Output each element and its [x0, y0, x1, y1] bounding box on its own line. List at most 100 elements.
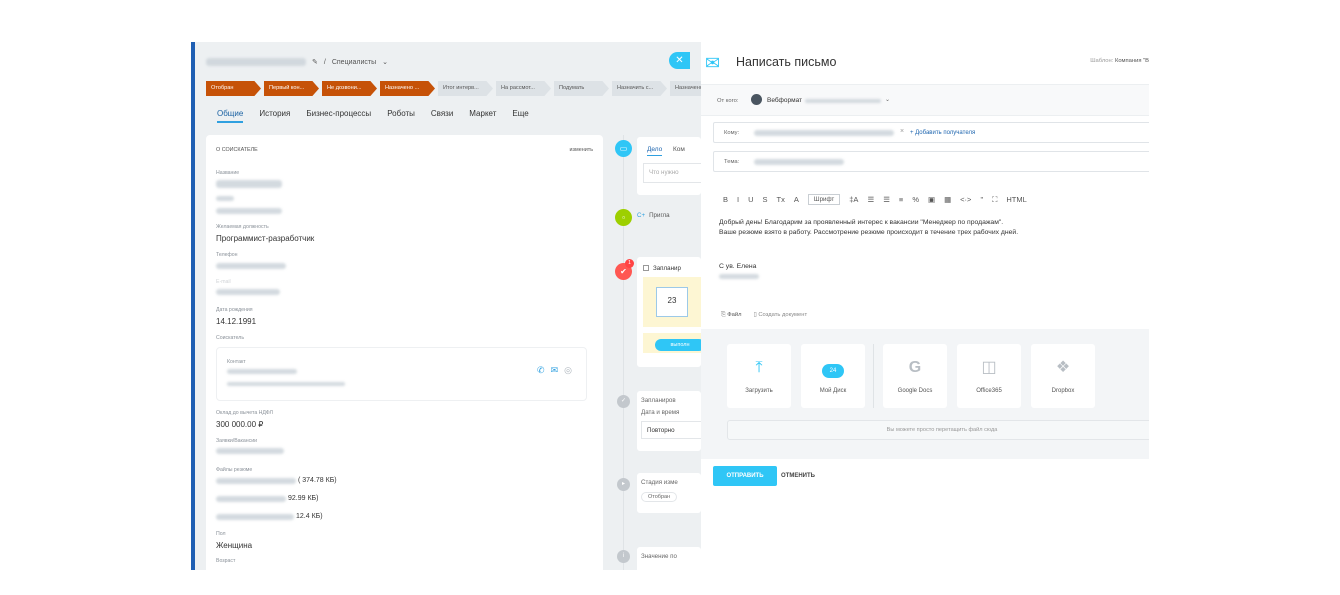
toolbar-button[interactable]: A — [794, 195, 799, 204]
chevron-down-icon[interactable]: ⌄ — [382, 58, 388, 66]
stage-item[interactable]: На рассмот... — [496, 81, 551, 96]
stage-item[interactable]: Назначено ... — [380, 81, 435, 96]
chat-bubble-icon: ▫ — [615, 209, 632, 226]
cloud-24-icon: 24 — [801, 358, 865, 378]
stage-item[interactable]: Первый кон... — [264, 81, 319, 96]
repeat-field[interactable]: Повторно — [641, 421, 701, 439]
toolbar-button[interactable]: ▦ — [944, 195, 951, 204]
editor-toolbar: B I U S Tx A Шрифт ‡A ☰ ☰ ≡% ▣ ▦ <·> " ⛶ HTML — [723, 194, 1027, 205]
add-recipient-link[interactable]: + Добавить получателя — [910, 130, 975, 136]
position-label: Желаемая должность — [216, 224, 269, 230]
tab-item[interactable]: Связи — [431, 109, 453, 123]
tile-my-disk[interactable]: 24 Мой Диск — [801, 344, 865, 408]
toolbar-button[interactable]: S — [763, 195, 768, 204]
stage-item[interactable]: Назначить с... — [612, 81, 667, 96]
toolbar-button[interactable]: ‡A — [849, 195, 858, 204]
chevron-down-icon[interactable]: ⌄ — [885, 96, 890, 103]
tab-item[interactable]: Роботы — [387, 109, 415, 123]
breadcrumb-category[interactable]: Специалисты — [332, 59, 376, 66]
toolbar-button[interactable]: U — [748, 195, 753, 204]
toolbar-button[interactable]: B — [723, 195, 728, 204]
create-doc-button[interactable]: ▯ Создать документ — [754, 312, 808, 319]
planned-title: Запланиров — [641, 397, 676, 404]
files-label: Файлы резюме — [216, 467, 253, 473]
recipient-field[interactable]: Кому: × + Добавить получателя — [713, 122, 1149, 143]
file-row[interactable]: 12.4 КБ) — [216, 513, 323, 520]
contact-label: Контакт — [227, 359, 246, 365]
gender-value: Женщина — [216, 541, 253, 550]
tile-google-docs[interactable]: G Google Docs — [883, 344, 947, 408]
dob-value: 14.12.1991 — [216, 317, 257, 326]
salary-value: 300 000.00 ₽ — [216, 420, 264, 429]
toolbar-button[interactable]: Tx — [777, 195, 785, 204]
planned-row[interactable]: Запланир — [643, 265, 681, 272]
tab-item[interactable]: История — [259, 109, 290, 123]
subject-field[interactable]: Тема: — [713, 151, 1149, 172]
from-label: От кого: — [717, 98, 739, 104]
task-body: 23 — [643, 277, 701, 327]
sender-email-blurred[interactable] — [805, 99, 881, 103]
toolbar-button[interactable]: ≡ — [899, 195, 903, 204]
stage-change-record: Стадия изме Отобран — [637, 473, 701, 513]
template-selector[interactable]: Шаблон: Компания "В — [1090, 58, 1149, 64]
tab-item[interactable]: Маркет — [469, 109, 496, 123]
body-line: Ваше резюме взято в работу. Рассмотрение… — [719, 229, 1019, 236]
tile-dropbox[interactable]: ❖ Dropbox — [1031, 344, 1095, 408]
chat-icon[interactable]: ◎ — [564, 365, 572, 376]
activity-input[interactable]: Что нужно — [643, 163, 701, 183]
toolbar-button[interactable]: ⛶ — [992, 195, 997, 205]
tab-item[interactable]: Бизнес-процессы — [306, 109, 371, 123]
stage-item[interactable]: Не дозвони... — [322, 81, 377, 96]
contact-name-blurred[interactable] — [227, 369, 297, 374]
stage-bar: Отобран Первый кон... Не дозвони... Назначе… — [206, 81, 701, 96]
toolbar-button[interactable]: Шрифт — [807, 194, 841, 205]
toolbar-button[interactable]: ☰ — [883, 195, 890, 204]
tile-label: Google Docs — [897, 388, 933, 394]
stage-item[interactable]: Подумать — [554, 81, 609, 96]
tab-deal[interactable]: Дело — [647, 146, 663, 156]
vacancy-blurred[interactable] — [216, 448, 284, 454]
tile-upload[interactable]: ⤒ Загрузить — [727, 344, 791, 408]
toolbar-button[interactable]: <·> — [960, 195, 971, 204]
mail-icon[interactable]: ✉ — [551, 365, 559, 376]
signature: С ув. Елена — [719, 263, 757, 270]
toolbar-button[interactable]: " — [980, 195, 983, 204]
age-label: Возраст — [216, 558, 236, 564]
file-button[interactable]: ⎘ Файл — [721, 312, 742, 319]
stage-item[interactable]: Отобран — [206, 81, 261, 96]
toolbar-button[interactable]: HTML — [1006, 195, 1026, 204]
send-button[interactable]: ОТПРАВИТЬ — [713, 466, 777, 486]
toolbar-button[interactable]: I — [737, 195, 739, 204]
tab-item[interactable]: Общие — [217, 109, 244, 123]
stage-item[interactable]: Назначено — [670, 81, 701, 96]
toolbar-button[interactable]: ▣ — [928, 195, 935, 204]
tab-comment[interactable]: Ком — [673, 146, 685, 153]
complete-button[interactable]: выполн — [655, 339, 701, 351]
dropbox-icon: ❖ — [1055, 359, 1071, 376]
toolbar-button[interactable]: ☰ — [867, 195, 874, 204]
tab-item[interactable]: Еще — [512, 109, 528, 123]
close-slider-button[interactable]: ✕ — [669, 52, 690, 69]
file-row[interactable]: ( 374.78 КБ) — [216, 477, 337, 484]
tile-office365[interactable]: ◫ Office365 — [957, 344, 1021, 408]
drop-zone[interactable]: Вы можете просто перетащить файл сюда — [727, 420, 1149, 440]
salary-label: Оклад до вычета НДФЛ — [216, 410, 273, 416]
stage-item[interactable]: Итог интерв... — [438, 81, 493, 96]
recipient-chip[interactable] — [754, 130, 894, 136]
email-body[interactable]: Добрый день! Благодарим за проявленный и… — [719, 218, 1018, 283]
task-checkbox[interactable] — [643, 265, 649, 271]
file-row[interactable]: 92.99 КБ) — [216, 495, 318, 502]
sender-name[interactable]: Вебформат — [767, 97, 802, 104]
activity-editor: Дело Ком Что нужно — [637, 137, 701, 195]
toolbar-button[interactable]: % — [912, 195, 919, 204]
remove-recipient-icon[interactable]: × — [900, 128, 904, 135]
document-icon: ▯ — [753, 312, 757, 318]
invite-row[interactable]: C+ Пригла — [637, 212, 670, 219]
phone-blurred — [216, 263, 286, 269]
phone-icon[interactable]: ✆ — [537, 365, 545, 376]
file-size: ( 374.78 КБ) — [298, 477, 337, 484]
cancel-button[interactable]: ОТМЕНИТЬ — [781, 473, 815, 479]
template-value: Компания "В — [1114, 58, 1149, 64]
edit-pencil-icon[interactable]: ✎ — [312, 58, 318, 66]
edit-link[interactable]: изменить — [570, 147, 593, 153]
